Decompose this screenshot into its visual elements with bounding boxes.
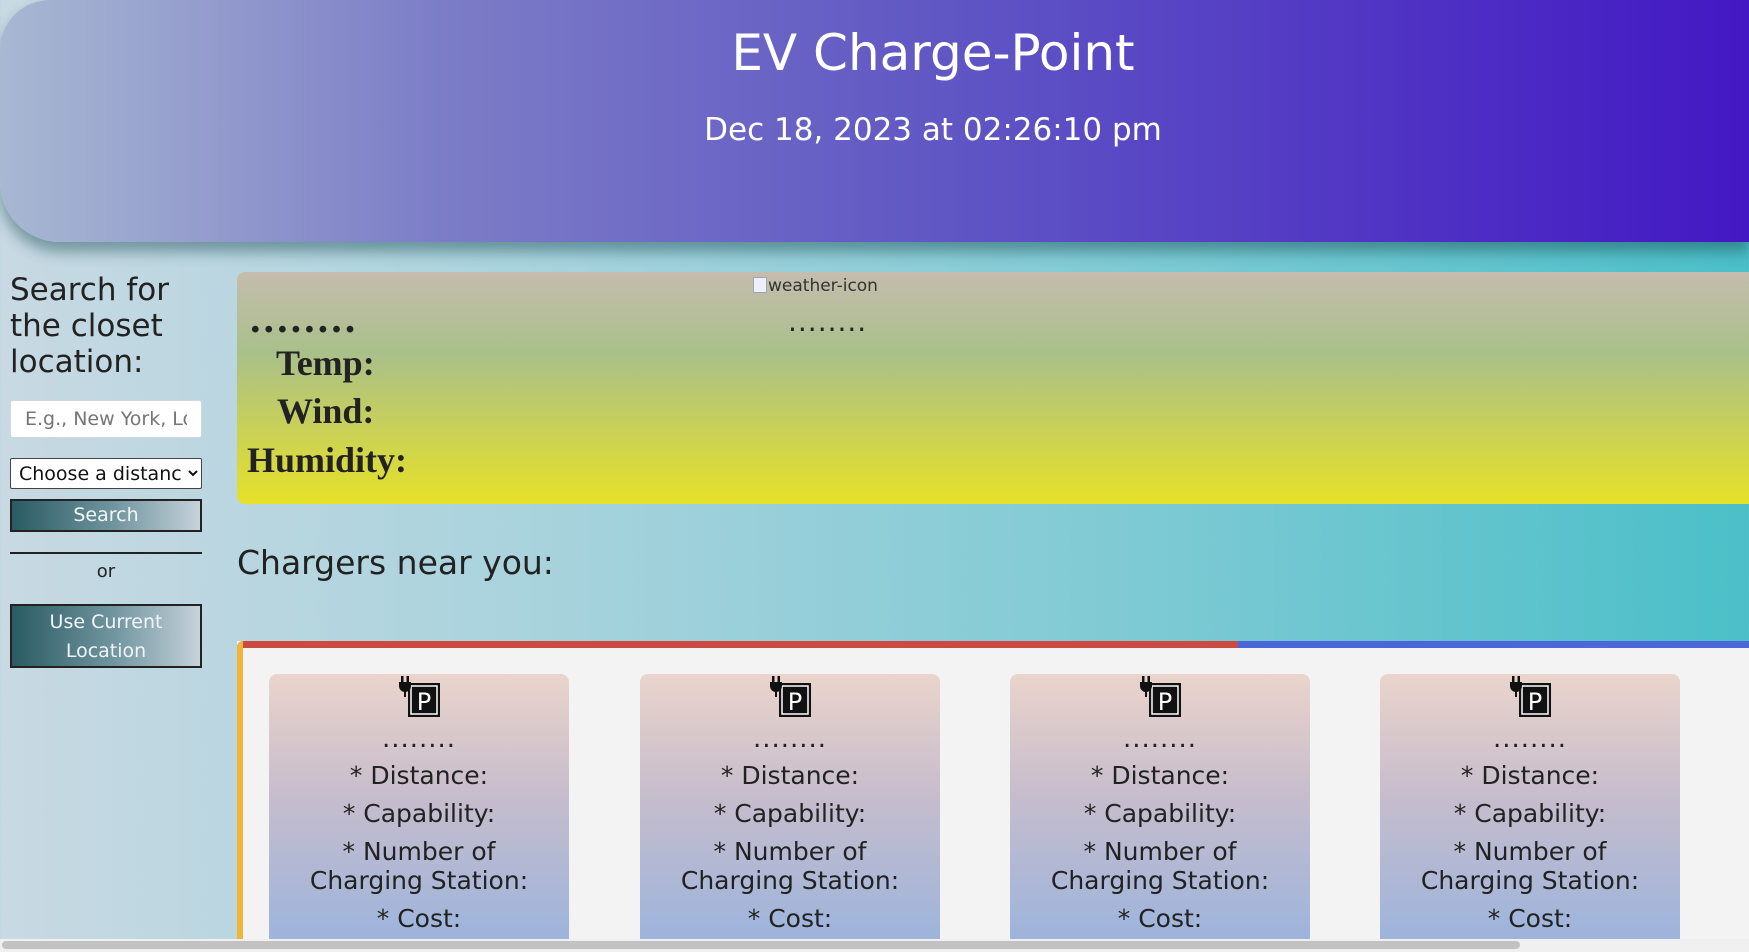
ev-charger-parking-icon: P — [1509, 676, 1553, 720]
weather-panel: weather-icon ........ ........ Temp: Win… — [237, 272, 1749, 504]
charger-capability: * Capability: — [1083, 799, 1237, 828]
charger-name: ........ — [381, 724, 457, 754]
charger-card: P........ * Distance: * Capability: * Numbe… — [269, 674, 569, 939]
chargers-border-blue — [1238, 641, 1749, 648]
charger-capability: * Capability: — [342, 799, 496, 828]
divider — [10, 552, 202, 554]
charger-distance: * Distance: — [720, 761, 860, 790]
ev-charger-parking-icon: P — [1139, 676, 1183, 720]
charger-stations: * Number of Charging Station: — [680, 837, 900, 895]
ev-charger-parking-icon: P — [398, 676, 442, 720]
page-header: EV Charge-Point Dec 18, 2023 at 02:26:10… — [0, 0, 1749, 242]
charger-capability: * Capability: — [1453, 799, 1607, 828]
chargers-border-yellow — [237, 641, 243, 939]
city-search-input[interactable] — [10, 400, 202, 438]
charger-cost: * Cost: — [747, 904, 833, 933]
weather-description: ........ — [788, 305, 868, 338]
temp-label: Temp: — [276, 343, 375, 383]
current-datetime: Dec 18, 2023 at 02:26:10 pm — [704, 112, 1162, 148]
distance-select[interactable]: Choose a distance — [10, 458, 202, 489]
charger-card: P........ * Distance: * Capability: * Numbe… — [1010, 674, 1310, 939]
charger-stations: * Number of Charging Station: — [1420, 837, 1640, 895]
humidity-label: Humidity: — [247, 440, 408, 480]
charger-distance: * Distance: — [1460, 761, 1600, 790]
charger-cost: * Cost: — [1117, 904, 1203, 933]
weather-icon: weather-icon — [753, 276, 878, 296]
or-label: or — [96, 561, 116, 582]
chargers-heading: Chargers near you: — [237, 543, 554, 582]
svg-text:P: P — [1528, 688, 1542, 716]
charger-cost: * Cost: — [376, 904, 462, 933]
charger-card: P........ * Distance: * Capability: * Numbe… — [640, 674, 940, 939]
svg-text:P: P — [1158, 688, 1172, 716]
weather-icon-alt: weather-icon — [768, 276, 878, 296]
use-current-location-button[interactable]: Use Current Location — [10, 604, 202, 668]
charger-stations: * Number of Charging Station: — [1050, 837, 1270, 895]
chargers-border-red — [237, 641, 1238, 648]
charger-name: ........ — [752, 724, 828, 754]
broken-image-icon — [753, 277, 767, 293]
wind-label: Wind: — [277, 391, 375, 431]
charger-card: P........ * Distance: * Capability: * Numbe… — [1380, 674, 1680, 939]
charger-name: ........ — [1122, 724, 1198, 754]
search-heading: Search for the closet location: — [10, 272, 169, 380]
charger-capability: * Capability: — [713, 799, 867, 828]
weather-city: ........ — [249, 299, 358, 341]
svg-text:P: P — [788, 688, 802, 716]
charger-distance: * Distance: — [349, 761, 489, 790]
charger-distance: * Distance: — [1090, 761, 1230, 790]
search-button[interactable]: Search — [10, 499, 202, 532]
search-sidebar: Search for the closet location: Choose a… — [10, 272, 202, 668]
charger-name: ........ — [1492, 724, 1568, 754]
charger-stations: * Number of Charging Station: — [309, 837, 529, 895]
ev-charger-parking-icon: P — [769, 676, 813, 720]
site-title: EV Charge-Point — [731, 24, 1135, 82]
scrollbar-thumb[interactable] — [2, 941, 1520, 949]
charger-cost: * Cost: — [1487, 904, 1573, 933]
svg-text:P: P — [417, 688, 431, 716]
